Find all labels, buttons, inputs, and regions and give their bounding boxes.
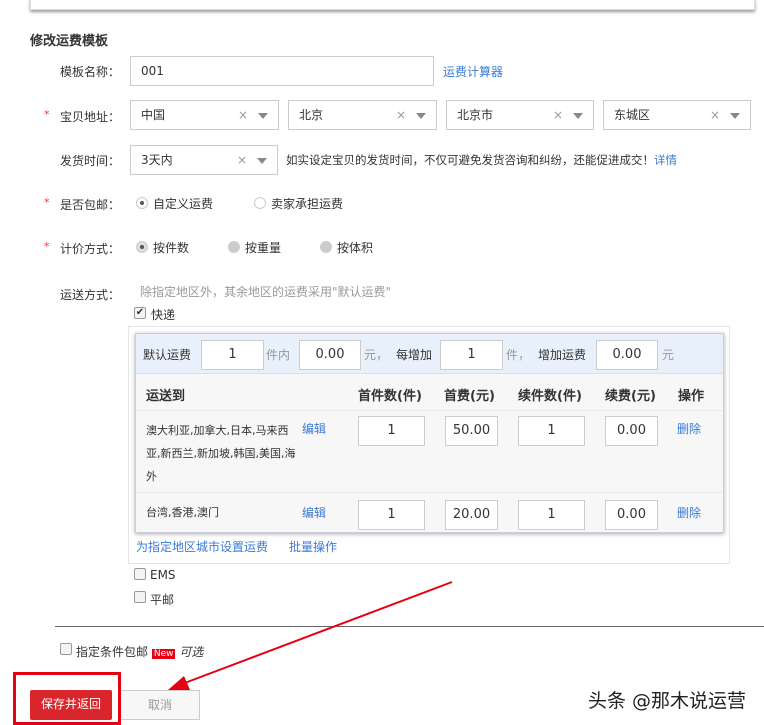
annotation-arrow bbox=[168, 581, 453, 690]
watermark: 头条 @那木说运营 bbox=[588, 690, 747, 712]
